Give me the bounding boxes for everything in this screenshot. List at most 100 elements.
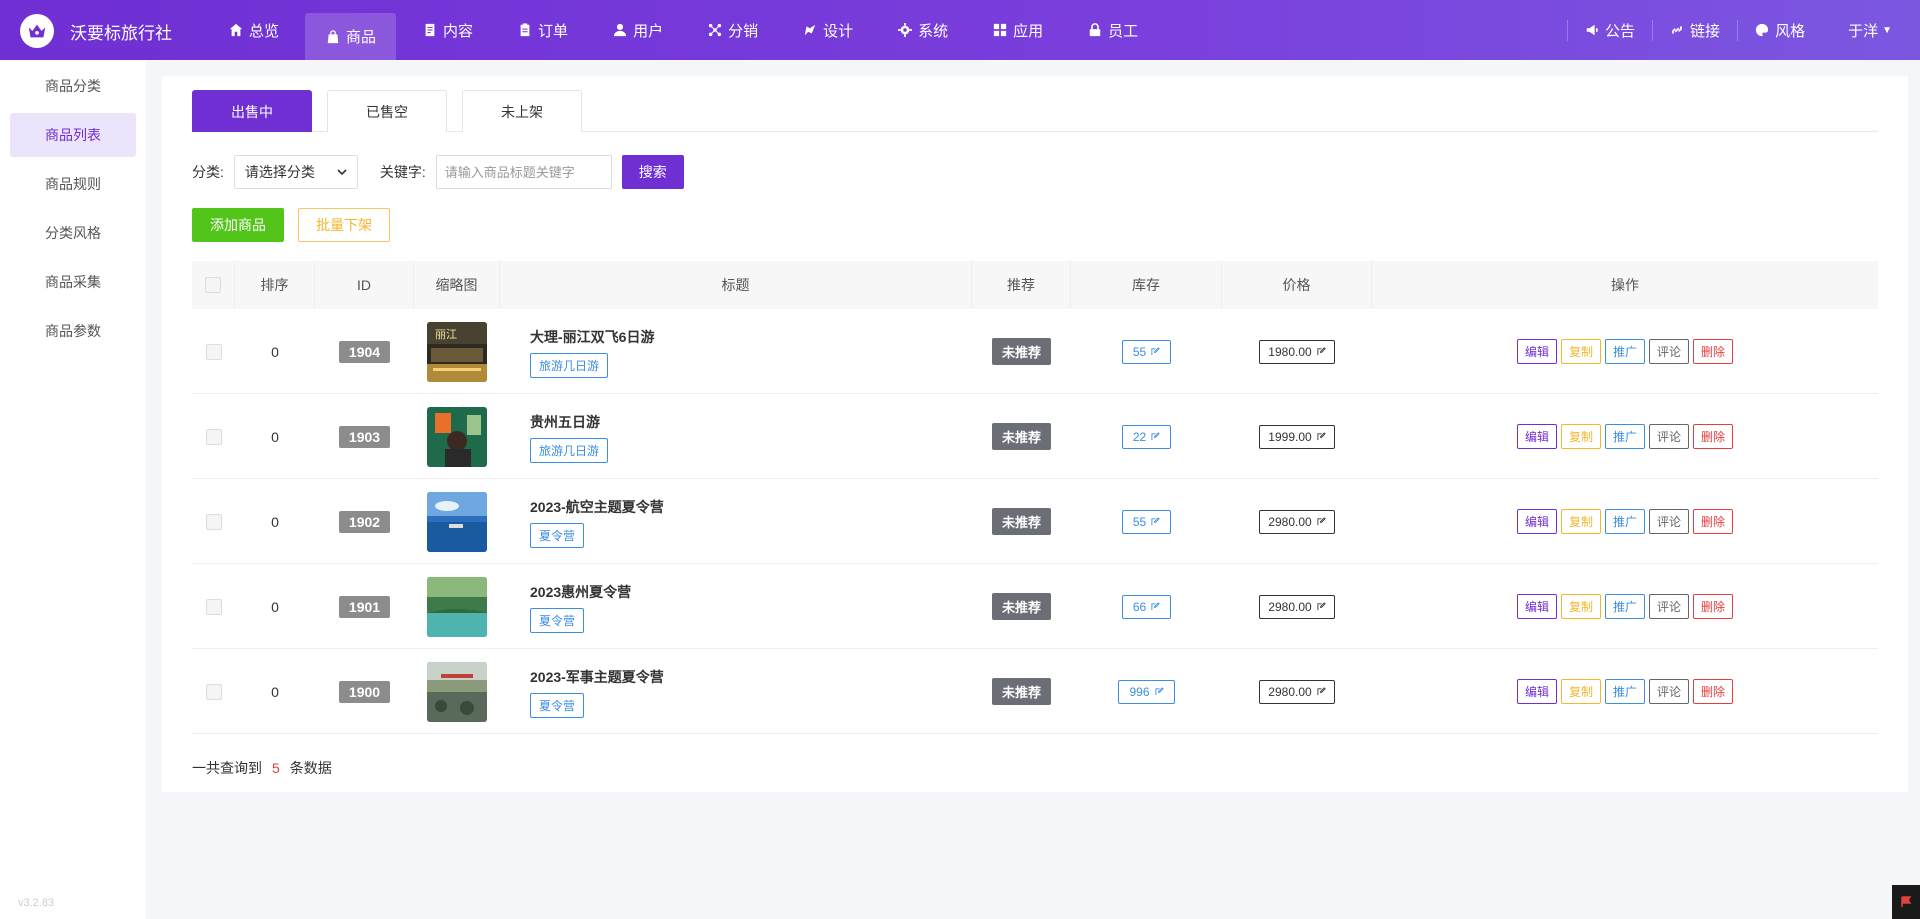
row-checkbox[interactable] [205, 683, 222, 700]
title-cell: 2023惠州夏令营 夏令营 [500, 564, 972, 649]
select-all-checkbox[interactable] [205, 277, 221, 293]
row-checkbox[interactable] [205, 598, 222, 615]
edit-button[interactable]: 编辑 [1516, 339, 1557, 364]
user-menu[interactable]: 于洋 ▼ [1822, 20, 1892, 41]
sidebar-item-3[interactable]: 商品规则 [10, 162, 136, 206]
id-cell: 1900 [315, 649, 414, 734]
review-button[interactable]: 评论 [1649, 509, 1690, 534]
row-checkbox[interactable] [205, 343, 222, 360]
sidebar-item-6[interactable]: 商品参数 [10, 309, 136, 353]
copy-button[interactable]: 复制 [1560, 424, 1601, 449]
edit-icon [1317, 602, 1326, 611]
product-title[interactable]: 贵州五日游 [530, 412, 600, 432]
search-button[interactable]: 搜索 [621, 155, 684, 189]
logo[interactable] [20, 14, 54, 48]
edit-button[interactable]: 编辑 [1516, 509, 1557, 534]
row-checkbox[interactable] [205, 513, 222, 530]
thumbnail-cell [414, 479, 500, 564]
sidebar-item-5[interactable]: 商品采集 [10, 260, 136, 304]
product-thumbnail[interactable] [427, 406, 487, 467]
stock-edit[interactable]: 55 [1121, 509, 1172, 534]
delete-button[interactable]: 删除 [1693, 509, 1734, 534]
notice-link[interactable]: 公告 [1567, 19, 1652, 41]
promote-button[interactable]: 推广 [1604, 679, 1645, 704]
copy-button[interactable]: 复制 [1560, 339, 1601, 364]
feedback-corner[interactable] [1892, 885, 1920, 919]
nav-item-2[interactable]: 商品 [305, 13, 397, 60]
delete-button[interactable]: 删除 [1693, 339, 1734, 364]
stock-edit[interactable]: 996 [1118, 679, 1175, 704]
stock-edit[interactable]: 55 [1121, 339, 1172, 364]
product-title[interactable]: 2023惠州夏令营 [530, 582, 631, 602]
style-menu[interactable]: 风格 [1737, 19, 1822, 41]
product-title[interactable]: 2023-军事主题夏令营 [530, 667, 664, 687]
nav-item-8[interactable]: 系统 [879, 0, 966, 60]
link-menu[interactable]: 链接 [1652, 19, 1737, 41]
nav-item-6[interactable]: 分销 [689, 0, 776, 60]
megaphone-icon [1586, 24, 1598, 36]
recommend-badge[interactable]: 未推荐 [991, 678, 1051, 705]
edit-button[interactable]: 编辑 [1516, 424, 1557, 449]
delete-button[interactable]: 删除 [1693, 594, 1734, 619]
product-title[interactable]: 2023-航空主题夏令营 [530, 497, 664, 517]
product-thumbnail[interactable] [427, 661, 487, 722]
nav-item-1[interactable]: 总览 [210, 0, 297, 60]
sidebar-item-4[interactable]: 分类风格 [10, 211, 136, 255]
price-edit[interactable]: 2980.00 [1259, 594, 1335, 619]
price-edit[interactable]: 1999.00 [1259, 424, 1335, 449]
sidebar-item-1[interactable]: 商品分类 [10, 64, 136, 108]
sort-cell: 0 [271, 428, 279, 445]
nav-item-9[interactable]: 应用 [974, 0, 1061, 60]
add-product-button[interactable]: 添加商品 [192, 208, 284, 242]
promote-button[interactable]: 推广 [1604, 509, 1645, 534]
top-right-menu: 公告 链接 风格 于洋 ▼ [1567, 0, 1892, 60]
product-thumbnail[interactable] [427, 491, 487, 552]
price-edit[interactable]: 2980.00 [1259, 679, 1335, 704]
row-checkbox[interactable] [205, 428, 222, 445]
nav-item-5[interactable]: 用户 [594, 0, 681, 60]
promote-button[interactable]: 推广 [1604, 594, 1645, 619]
edit-button[interactable]: 编辑 [1516, 594, 1557, 619]
keyword-input[interactable] [435, 155, 612, 189]
category-select[interactable]: 请选择分类 [233, 155, 358, 189]
tab-1[interactable]: 出售中 [192, 90, 312, 132]
sidebar-item-2[interactable]: 商品列表 [10, 113, 136, 157]
product-title[interactable]: 大理-丽江双飞6日游 [530, 327, 654, 347]
copy-button[interactable]: 复制 [1560, 594, 1601, 619]
status-tabs: 出售中 已售空 未上架 [192, 90, 1878, 132]
copy-button[interactable]: 复制 [1560, 679, 1601, 704]
recommend-badge[interactable]: 未推荐 [991, 338, 1051, 365]
review-button[interactable]: 评论 [1649, 424, 1690, 449]
recommend-badge[interactable]: 未推荐 [991, 508, 1051, 535]
review-button[interactable]: 评论 [1649, 339, 1690, 364]
nav-item-4[interactable]: 订单 [499, 0, 586, 60]
ops-cell: 编辑 复制 推广 评论 删除 [1372, 564, 1878, 649]
edit-button[interactable]: 编辑 [1516, 679, 1557, 704]
nav-label: 商品 [346, 29, 377, 46]
batch-off-shelf-button[interactable]: 批量下架 [298, 208, 390, 242]
edit-icon [1151, 602, 1160, 611]
price-edit[interactable]: 1980.00 [1259, 339, 1335, 364]
review-button[interactable]: 评论 [1649, 594, 1690, 619]
nav-item-7[interactable]: 设计 [784, 0, 871, 60]
recommend-badge[interactable]: 未推荐 [991, 593, 1051, 620]
stock-edit[interactable]: 22 [1121, 424, 1172, 449]
ops-cell: 编辑 复制 推广 评论 删除 [1372, 649, 1878, 734]
product-thumbnail[interactable]: 丽江 [427, 321, 487, 382]
price-edit[interactable]: 2980.00 [1259, 509, 1335, 534]
review-button[interactable]: 评论 [1649, 679, 1690, 704]
product-thumbnail[interactable] [427, 576, 487, 637]
delete-button[interactable]: 删除 [1693, 679, 1734, 704]
tab-3[interactable]: 未上架 [462, 90, 582, 132]
main-nav: 总览 商品 内容 订单 用户 分销 设计 系统 应用 员工 [210, 0, 1164, 60]
copy-button[interactable]: 复制 [1560, 509, 1601, 534]
nav-item-3[interactable]: 内容 [404, 0, 491, 60]
stock-edit[interactable]: 66 [1121, 594, 1172, 619]
thumbnail-cell [414, 394, 500, 479]
recommend-badge[interactable]: 未推荐 [991, 423, 1051, 450]
tab-2[interactable]: 已售空 [327, 90, 447, 132]
delete-button[interactable]: 删除 [1693, 424, 1734, 449]
promote-button[interactable]: 推广 [1604, 424, 1645, 449]
promote-button[interactable]: 推广 [1604, 339, 1645, 364]
nav-item-10[interactable]: 员工 [1069, 0, 1156, 60]
